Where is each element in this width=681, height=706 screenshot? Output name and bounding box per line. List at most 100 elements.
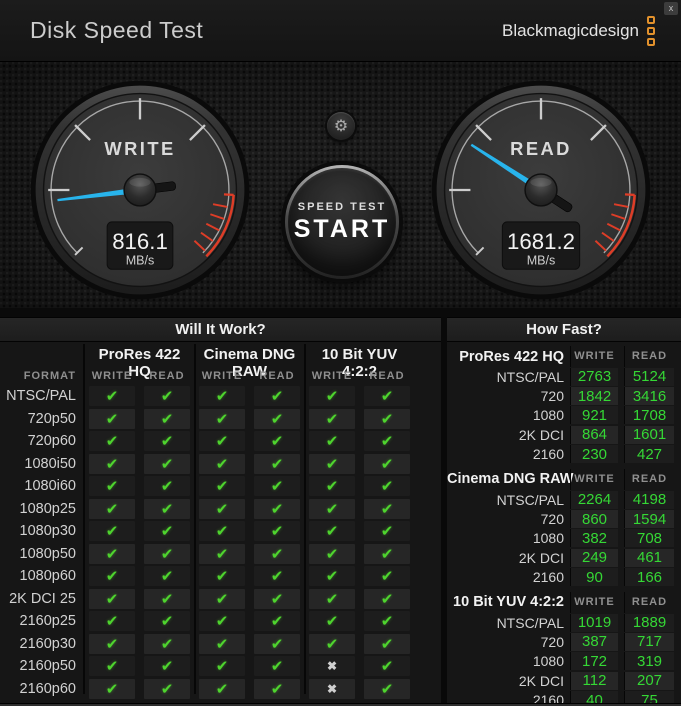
check-icon: ✔ bbox=[199, 386, 245, 407]
title-bar: Disk Speed Test Blackmagicdesign bbox=[0, 0, 681, 62]
check-icon: ✔ bbox=[89, 453, 135, 474]
read-speed-value: 1601 bbox=[624, 425, 674, 444]
check-icon: ✔ bbox=[199, 521, 245, 542]
write-speed-value: 249 bbox=[570, 548, 618, 567]
check-icon: ✔ bbox=[309, 588, 355, 609]
speed-row: 1080 172 319 bbox=[447, 652, 681, 671]
check-icon: ✔ bbox=[144, 611, 190, 632]
write-speed-value: 387 bbox=[570, 632, 618, 651]
check-icon: ✔ bbox=[254, 386, 300, 407]
format-label: 720p60 bbox=[27, 433, 76, 450]
check-icon: ✔ bbox=[199, 678, 245, 699]
check-icon: ✔ bbox=[254, 543, 300, 564]
read-speed-value: 717 bbox=[624, 632, 674, 651]
check-icon: ✔ bbox=[254, 566, 300, 587]
format-label: NTSC/PAL bbox=[496, 368, 564, 385]
close-button[interactable]: x bbox=[664, 2, 678, 15]
check-icon: ✔ bbox=[199, 633, 245, 654]
check-icon: ✔ bbox=[144, 431, 190, 452]
brand-logo: Blackmagicdesign bbox=[502, 15, 655, 46]
start-button[interactable]: SPEED TEST START bbox=[285, 165, 399, 279]
check-icon: ✔ bbox=[364, 521, 410, 542]
read-column-header: READ bbox=[624, 591, 674, 613]
check-icon: ✔ bbox=[199, 431, 245, 452]
will-it-work-title: Will It Work? bbox=[0, 317, 441, 342]
speed-row: 720 1842 3416 bbox=[447, 386, 681, 406]
check-icon: ✔ bbox=[309, 521, 355, 542]
check-icon: ✔ bbox=[309, 611, 355, 632]
format-row: 2K DCI 25 ✔ ✔ ✔ ✔ ✔ ✔ bbox=[0, 588, 441, 611]
check-icon: ✔ bbox=[254, 521, 300, 542]
check-icon: ✔ bbox=[364, 386, 410, 407]
gear-icon: ⚙ bbox=[333, 116, 349, 135]
format-label: 2160p50 bbox=[19, 658, 76, 675]
format-label: 1080p30 bbox=[19, 523, 76, 540]
write-column-header: WRITE bbox=[570, 591, 618, 613]
format-row: 1080i60 ✔ ✔ ✔ ✔ ✔ ✔ bbox=[0, 475, 441, 498]
write-column-header: WRITE bbox=[570, 346, 618, 367]
write-speed-value: 112 bbox=[570, 671, 618, 690]
check-icon: ✔ bbox=[364, 588, 410, 609]
check-icon: ✔ bbox=[364, 543, 410, 564]
check-icon: ✔ bbox=[89, 566, 135, 587]
read-value: 1681.2 bbox=[507, 229, 575, 254]
check-icon: ✔ bbox=[89, 476, 135, 497]
format-row: 2160p50 ✔ ✔ ✔ ✔ ✖ ✔ bbox=[0, 655, 441, 678]
format-label: 2160p30 bbox=[19, 635, 76, 652]
write-speed-value: 921 bbox=[570, 406, 618, 425]
start-button-label: START bbox=[293, 214, 391, 243]
cross-icon: ✖ bbox=[309, 656, 355, 677]
format-label: 1080p25 bbox=[19, 500, 76, 517]
read-column-header: READ bbox=[624, 346, 674, 367]
gauge-panel: WRITE 816.1 MB/s READ 1681.2 MB/s ⚙ SPEE… bbox=[0, 62, 681, 308]
check-icon: ✔ bbox=[89, 431, 135, 452]
format-label: NTSC/PAL bbox=[6, 388, 76, 405]
format-row: 1080p50 ✔ ✔ ✔ ✔ ✔ ✔ bbox=[0, 543, 441, 566]
write-speed-value: 2763 bbox=[570, 367, 618, 386]
check-icon: ✔ bbox=[254, 678, 300, 699]
write-speed-value: 2264 bbox=[570, 490, 618, 509]
app-title: Disk Speed Test bbox=[30, 17, 204, 43]
format-column-header: FORMAT bbox=[23, 369, 76, 382]
check-icon: ✔ bbox=[89, 588, 135, 609]
read-speed-value: 708 bbox=[624, 529, 674, 548]
write-speed-value: 230 bbox=[570, 445, 618, 464]
check-icon: ✔ bbox=[254, 408, 300, 429]
check-icon: ✔ bbox=[89, 521, 135, 542]
settings-button[interactable]: ⚙ bbox=[327, 112, 355, 140]
speed-row: 720 860 1594 bbox=[447, 509, 681, 529]
check-icon: ✔ bbox=[364, 453, 410, 474]
format-label: 1080 bbox=[532, 530, 564, 547]
check-icon: ✔ bbox=[309, 498, 355, 519]
check-icon: ✔ bbox=[254, 498, 300, 519]
will-it-work-table: ProRes 422 HQ Cinema DNG RAW 10 Bit YUV 4:… bbox=[0, 342, 441, 700]
read-speed-value: 1594 bbox=[624, 510, 674, 529]
cross-icon: ✖ bbox=[309, 678, 355, 699]
format-row: 1080p25 ✔ ✔ ✔ ✔ ✔ ✔ bbox=[0, 498, 441, 521]
check-icon: ✔ bbox=[254, 633, 300, 654]
speed-group: ProRes 422 HQ WRITE READ NTSC/PAL 2763 5124 72… bbox=[447, 346, 681, 464]
speed-row: NTSC/PAL 2264 4198 bbox=[447, 490, 681, 509]
speed-row: NTSC/PAL 1019 1889 bbox=[447, 613, 681, 632]
format-row: NTSC/PAL ✔ ✔ ✔ ✔ ✔ ✔ bbox=[0, 385, 441, 408]
format-label: NTSC/PAL bbox=[496, 491, 564, 508]
speed-group: Cinema DNG RAW WRITE READ NTSC/PAL 2264 4198 7… bbox=[447, 468, 681, 587]
check-icon: ✔ bbox=[364, 611, 410, 632]
check-icon: ✔ bbox=[199, 656, 245, 677]
check-icon: ✔ bbox=[89, 408, 135, 429]
format-row: 720p60 ✔ ✔ ✔ ✔ ✔ ✔ bbox=[0, 430, 441, 453]
results-section: Will It Work? ProRes 422 HQ Cinema DNG RA… bbox=[0, 317, 681, 706]
check-icon: ✔ bbox=[309, 453, 355, 474]
format-label: 1080p60 bbox=[19, 568, 76, 585]
check-icon: ✔ bbox=[364, 431, 410, 452]
check-icon: ✔ bbox=[364, 633, 410, 654]
speed-row: 720 387 717 bbox=[447, 632, 681, 651]
format-row: 1080p60 ✔ ✔ ✔ ✔ ✔ ✔ bbox=[0, 565, 441, 588]
check-icon: ✔ bbox=[89, 498, 135, 519]
check-icon: ✔ bbox=[144, 521, 190, 542]
write-column-header: WRITE bbox=[570, 468, 618, 490]
check-icon: ✔ bbox=[254, 588, 300, 609]
speed-row: NTSC/PAL 2763 5124 bbox=[447, 367, 681, 386]
write-value: 816.1 bbox=[112, 229, 168, 254]
hub-highlight bbox=[129, 177, 151, 187]
